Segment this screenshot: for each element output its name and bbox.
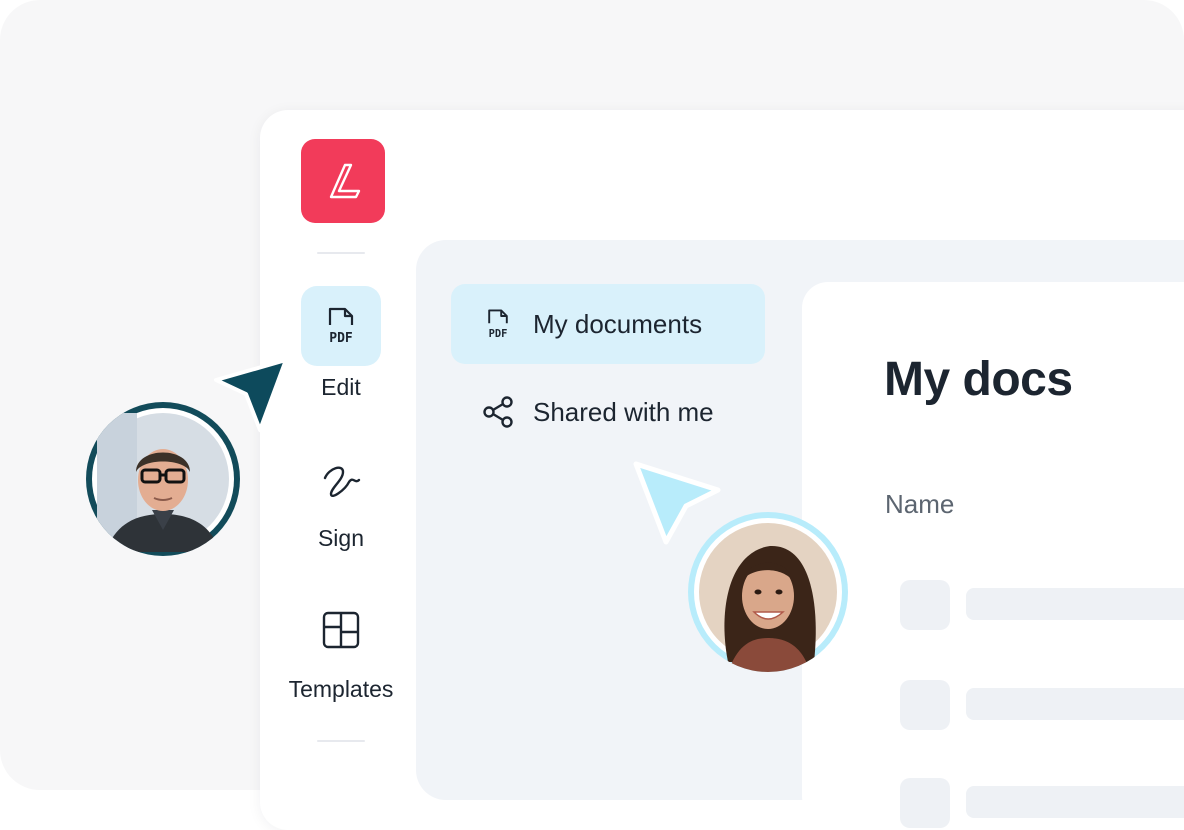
templates-icon — [322, 611, 360, 649]
svg-text:PDF: PDF — [489, 328, 508, 340]
column-header-name[interactable]: Name — [885, 489, 954, 520]
app-logo[interactable] — [301, 139, 385, 223]
rail-sign-button[interactable] — [301, 440, 381, 520]
pdf-file-icon: PDF — [477, 303, 519, 345]
signature-icon — [323, 466, 361, 497]
nav-shared-with-me-label: Shared with me — [533, 396, 714, 427]
file-thumbnail-placeholder — [900, 680, 950, 730]
file-name-placeholder — [966, 688, 1184, 720]
page-title: My docs — [884, 353, 1073, 406]
file-name-placeholder — [966, 786, 1184, 818]
pdf-file-icon: PDF — [328, 307, 354, 346]
rail-sign-label: Sign — [317, 525, 365, 551]
file-thumbnail-placeholder — [900, 580, 950, 630]
collaborator-avatar-woman — [688, 512, 848, 672]
rail-templates-button[interactable] — [301, 590, 381, 670]
svg-text:PDF: PDF — [329, 331, 353, 346]
nav-shared-with-me[interactable]: Shared with me — [451, 372, 765, 452]
file-name-placeholder — [966, 588, 1184, 620]
rail-templates-label: Templates — [288, 676, 394, 702]
collaborator-avatar-man — [86, 402, 240, 556]
rail-edit-button[interactable]: PDF — [301, 286, 381, 366]
file-thumbnail-placeholder — [900, 778, 950, 828]
rail-divider-top — [317, 252, 365, 254]
share-icon — [477, 391, 519, 433]
collaborator-cursor-dark — [214, 358, 288, 432]
logo-icon — [329, 163, 361, 199]
rail-divider-bottom — [317, 740, 365, 742]
nav-my-documents[interactable]: PDF My documents — [451, 284, 765, 364]
nav-my-documents-label: My documents — [533, 308, 703, 339]
